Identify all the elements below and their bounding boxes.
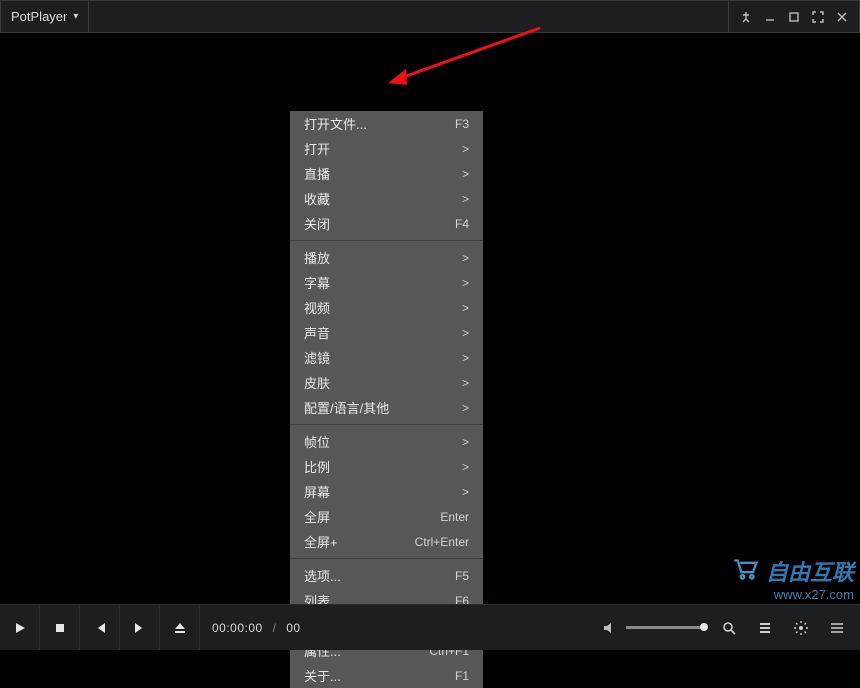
titlebar: PotPlayer ▾ — [0, 0, 860, 33]
menu-item-label: 比例 — [304, 457, 330, 476]
menu-item[interactable]: 关闭 F4 — [290, 211, 483, 236]
submenu-arrow-icon: > — [462, 251, 469, 265]
menu-item-label: 收藏 — [304, 189, 330, 208]
volume-control[interactable] — [602, 620, 704, 636]
fullscreen-button[interactable] — [807, 6, 829, 28]
submenu-arrow-icon: > — [462, 435, 469, 449]
menu-item-label: 直播 — [304, 164, 330, 183]
right-controls — [602, 617, 860, 639]
menu-shortcut: Enter — [440, 510, 469, 524]
menu-shortcut: F4 — [455, 217, 469, 231]
volume-slider[interactable] — [626, 626, 704, 629]
menu-shortcut: F1 — [455, 669, 469, 683]
time-current: 00:00:00 — [212, 621, 263, 635]
submenu-arrow-icon: > — [462, 326, 469, 340]
menu-item-label: 选项... — [304, 566, 341, 585]
menu-item-label: 全屏+ — [304, 532, 338, 551]
submenu-arrow-icon: > — [462, 142, 469, 156]
volume-fill — [626, 626, 704, 629]
menu-item[interactable]: 帧位 > — [290, 429, 483, 454]
next-button[interactable] — [120, 605, 160, 650]
menu-item[interactable]: 配置/语言/其他 > — [290, 395, 483, 420]
window-controls — [728, 1, 859, 32]
play-button[interactable] — [0, 605, 40, 650]
menu-item-label: 皮肤 — [304, 373, 330, 392]
menu-item-label: 打开 — [304, 139, 330, 158]
time-total: 00 — [286, 621, 300, 635]
pin-icon[interactable] — [735, 6, 757, 28]
search-button[interactable] — [718, 617, 740, 639]
control-bar: 00:00:00 / 00 — [0, 604, 860, 650]
menu-item[interactable]: 关于... F1 — [290, 663, 483, 688]
menu-item[interactable]: 滤镜 > — [290, 345, 483, 370]
menu-item[interactable]: 屏幕 > — [290, 479, 483, 504]
menu-item-label: 屏幕 — [304, 482, 330, 501]
menu-item[interactable]: 收藏 > — [290, 186, 483, 211]
menu-item-label: 视频 — [304, 298, 330, 317]
stop-button[interactable] — [40, 605, 80, 650]
submenu-arrow-icon: > — [462, 192, 469, 206]
menu-item-label: 关于... — [304, 666, 341, 685]
volume-knob[interactable] — [700, 623, 708, 631]
menu-item[interactable]: 打开 > — [290, 136, 483, 161]
menu-item-label: 关闭 — [304, 214, 330, 233]
menu-item[interactable]: 直播 > — [290, 161, 483, 186]
menu-item-label: 打开文件... — [304, 114, 367, 133]
playback-buttons — [0, 605, 200, 650]
video-stage[interactable]: 解码 打开文件...F3打开>直播>收藏>关闭F4播放>字幕>视频>声音>滤镜>… — [0, 33, 860, 604]
previous-button[interactable] — [80, 605, 120, 650]
volume-icon — [602, 620, 618, 636]
playlist-button[interactable] — [754, 617, 776, 639]
watermark: 自由互联 www.x27.com — [732, 555, 854, 602]
submenu-arrow-icon: > — [462, 460, 469, 474]
submenu-arrow-icon: > — [462, 351, 469, 365]
eject-button[interactable] — [160, 605, 200, 650]
settings-button[interactable] — [790, 617, 812, 639]
menu-separator — [290, 558, 483, 559]
menu-item-label: 帧位 — [304, 432, 330, 451]
maximize-button[interactable] — [783, 6, 805, 28]
submenu-arrow-icon: > — [462, 401, 469, 415]
time-separator: / — [273, 621, 277, 635]
menu-item[interactable]: 全屏+ Ctrl+Enter — [290, 529, 483, 554]
submenu-arrow-icon: > — [462, 485, 469, 499]
timecode: 00:00:00 / 00 — [212, 621, 301, 635]
menu-item[interactable]: 视频 > — [290, 295, 483, 320]
menu-separator — [290, 240, 483, 241]
chevron-down-icon: ▾ — [73, 11, 78, 22]
menu-item-label: 全屏 — [304, 507, 330, 526]
submenu-arrow-icon: > — [462, 301, 469, 315]
menu-item[interactable]: 皮肤 > — [290, 370, 483, 395]
menu-item-label: 播放 — [304, 248, 330, 267]
menu-item[interactable]: 打开文件... F3 — [290, 111, 483, 136]
menu-item[interactable]: 声音 > — [290, 320, 483, 345]
minimize-button[interactable] — [759, 6, 781, 28]
menu-item[interactable]: 字幕 > — [290, 270, 483, 295]
menu-shortcut: F5 — [455, 569, 469, 583]
menu-item-label: 滤镜 — [304, 348, 330, 367]
menu-separator — [290, 424, 483, 425]
cart-icon — [732, 557, 760, 577]
close-button[interactable] — [831, 6, 853, 28]
submenu-arrow-icon: > — [462, 167, 469, 181]
menu-item[interactable]: 比例 > — [290, 454, 483, 479]
app-menu-button[interactable]: PotPlayer ▾ — [1, 1, 89, 32]
seek-bar[interactable] — [0, 598, 860, 604]
watermark-title: 自由互联 — [766, 560, 854, 585]
menu-item[interactable]: 选项... F5 — [290, 563, 483, 588]
menu-shortcut: Ctrl+Enter — [415, 535, 469, 549]
submenu-arrow-icon: > — [462, 376, 469, 390]
menu-item[interactable]: 播放 > — [290, 245, 483, 270]
menu-shortcut: F3 — [455, 117, 469, 131]
menu-button[interactable] — [826, 617, 848, 639]
menu-item-label: 配置/语言/其他 — [304, 398, 389, 417]
menu-item-label: 字幕 — [304, 273, 330, 292]
menu-item-label: 声音 — [304, 323, 330, 342]
menu-item[interactable]: 全屏 Enter — [290, 504, 483, 529]
submenu-arrow-icon: > — [462, 276, 469, 290]
annotation-arrow — [380, 23, 550, 103]
app-title: PotPlayer — [11, 9, 67, 24]
